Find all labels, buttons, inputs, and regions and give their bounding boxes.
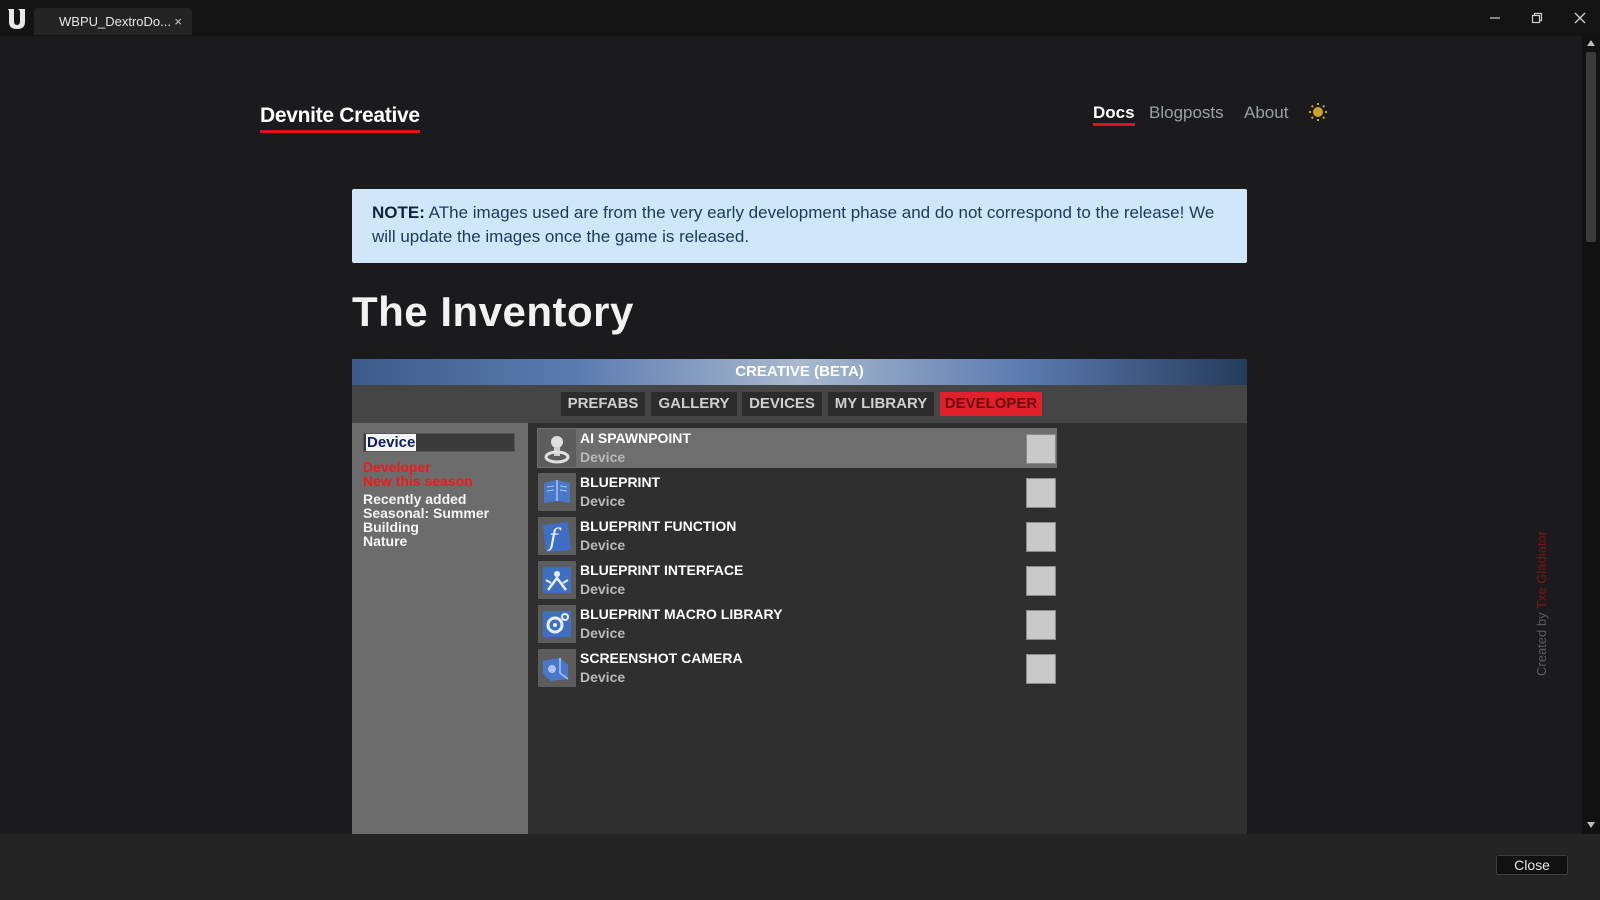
inventory-item: BLUEPRINT Device: [537, 472, 1057, 512]
item-type: Device: [580, 493, 626, 509]
scroll-down-arrow-icon[interactable]: [1587, 822, 1595, 828]
inventory-search-field: Device: [363, 433, 515, 452]
blueprint-interface-icon: [538, 561, 576, 599]
item-name: BLUEPRINT INTERFACE: [580, 562, 744, 578]
item-type: Device: [580, 449, 626, 465]
nav-docs[interactable]: Docs: [1093, 100, 1135, 126]
note-label: NOTE:: [372, 203, 425, 222]
inventory-item-list: AI SPAWNPOINT Device BLUEPRINT Device f …: [528, 423, 1247, 834]
unreal-logo-icon: [8, 9, 25, 29]
blueprint-function-icon: f: [538, 517, 576, 555]
created-by-author: Txe Gladiator: [1534, 530, 1549, 610]
inventory-tab-my-library: MY LIBRARY: [828, 392, 934, 416]
editor-tab[interactable]: WBPU_DextroDo... ×: [34, 8, 192, 35]
web-view: Devnite Creative Docs Blogposts About NO…: [0, 36, 1582, 834]
ai-spawnpoint-icon: [538, 429, 576, 467]
nav-blogposts[interactable]: Blogposts: [1149, 100, 1224, 126]
item-name: BLUEPRINT MACRO LIBRARY: [580, 606, 783, 622]
item-name: AI SPAWNPOINT: [580, 430, 691, 446]
scroll-up-arrow-icon[interactable]: [1587, 40, 1595, 46]
vertical-scrollbar[interactable]: [1582, 36, 1600, 834]
item-checkbox: [1026, 522, 1056, 552]
minimize-button[interactable]: [1480, 6, 1510, 30]
item-checkbox: [1026, 566, 1056, 596]
tab-close-icon[interactable]: ×: [174, 8, 182, 35]
blueprint-macro-library-icon: [538, 605, 576, 643]
category-nature: Nature: [363, 533, 408, 549]
restore-icon: [1531, 12, 1543, 24]
close-icon: [1574, 12, 1586, 24]
inventory-item: f BLUEPRINT FUNCTION Device: [537, 516, 1057, 556]
item-type: Device: [580, 625, 626, 641]
blueprint-icon: [538, 473, 576, 511]
item-type: Device: [580, 581, 626, 597]
category-seasonal-summer: Seasonal: Summer: [363, 505, 490, 521]
screenshot-camera-icon: [538, 649, 576, 687]
item-type: Device: [580, 669, 626, 685]
created-by-prefix: Created by: [1534, 609, 1549, 676]
category-new-this-season: New this season: [363, 473, 473, 489]
item-name: BLUEPRINT FUNCTION: [580, 518, 737, 534]
created-by-credit: Created by Txe Gladiator: [1534, 476, 1549, 676]
inventory-screenshot: CREATIVE (BETA) PREFABS GALLERY DEVICES …: [352, 359, 1247, 834]
window-close-button[interactable]: [1565, 6, 1595, 30]
page-title: The Inventory: [352, 288, 634, 335]
inventory-tab-gallery: GALLERY: [651, 392, 737, 416]
category-developer: Developer: [363, 459, 431, 475]
inventory-sidebar: Device Developer New this season Recentl…: [352, 423, 528, 834]
nav-about[interactable]: About: [1244, 100, 1288, 126]
restore-button[interactable]: [1522, 6, 1552, 30]
inventory-tabbar: PREFABS GALLERY DEVICES MY LIBRARY DEVEL…: [352, 385, 1247, 423]
site-brand[interactable]: Devnite Creative: [260, 104, 420, 133]
inventory-item: BLUEPRINT MACRO LIBRARY Device: [537, 604, 1057, 644]
inventory-tab-devices: DEVICES: [742, 392, 822, 416]
inventory-item: BLUEPRINT INTERFACE Device: [537, 560, 1057, 600]
item-checkbox: [1026, 434, 1056, 464]
category-building: Building: [363, 519, 419, 535]
item-checkbox: [1026, 478, 1056, 508]
inventory-tab-developer: DEVELOPER: [940, 392, 1042, 416]
inventory-search-value: Device: [366, 434, 417, 451]
title-bar: WBPU_DextroDo... ×: [0, 0, 1600, 36]
item-checkbox: [1026, 610, 1056, 640]
note-callout: NOTE: AThe images used are from the very…: [352, 189, 1247, 263]
tab-title: WBPU_DextroDo...: [59, 14, 171, 29]
scrollbar-thumb[interactable]: [1586, 52, 1596, 242]
inventory-tab-prefabs: PREFABS: [561, 392, 645, 416]
inventory-item: SCREENSHOT CAMERA Device: [537, 648, 1057, 688]
dialog-footer: Close: [0, 834, 1600, 900]
item-name: SCREENSHOT CAMERA: [580, 650, 743, 666]
item-name: BLUEPRINT: [580, 474, 661, 490]
theme-toggle-sun-icon[interactable]: [1308, 102, 1328, 122]
category-recently-added: Recently added: [363, 491, 467, 507]
minimize-icon: [1490, 17, 1500, 19]
item-checkbox: [1026, 654, 1056, 684]
item-type: Device: [580, 537, 626, 553]
note-text: AThe images used are from the very early…: [372, 203, 1215, 246]
inventory-header: CREATIVE (BETA): [352, 359, 1247, 385]
inventory-item: AI SPAWNPOINT Device: [537, 428, 1057, 468]
close-button[interactable]: Close: [1496, 855, 1568, 875]
